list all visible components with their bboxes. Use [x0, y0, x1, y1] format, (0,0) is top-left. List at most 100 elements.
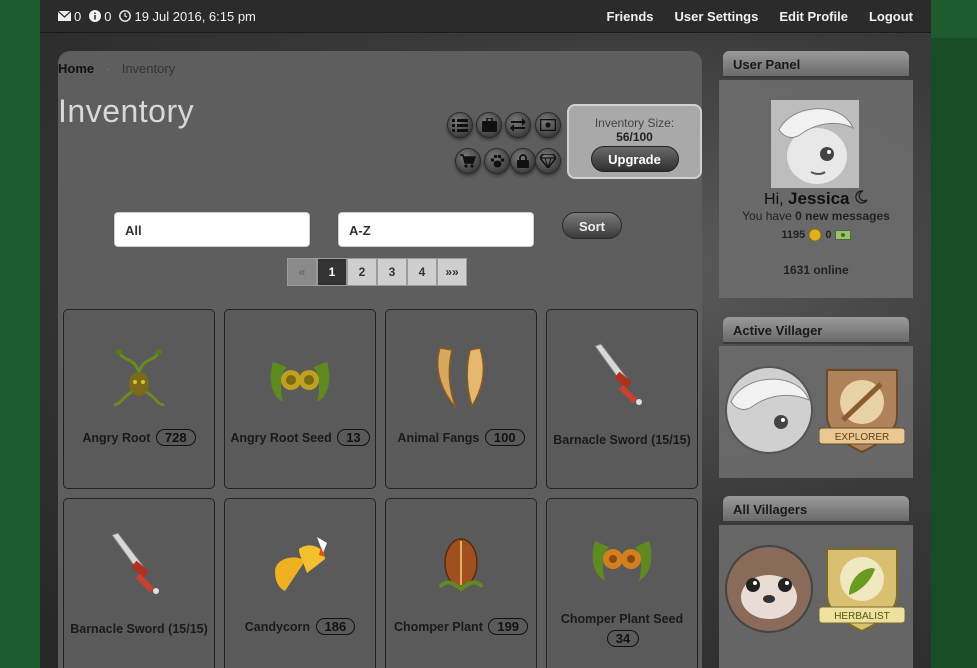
top-bar: 0 0 19 Jul 2016, 6:15 pm Friends User Se…: [40, 0, 931, 33]
list-view-button[interactable]: [447, 112, 473, 138]
greeting-text: Hi,: [764, 191, 784, 208]
explorer-badge-icon: EXPLORER: [819, 369, 905, 454]
user-avatar[interactable]: [771, 100, 859, 188]
breadcrumb-separator: ·: [105, 61, 111, 76]
page-2[interactable]: 2: [347, 258, 377, 286]
site-frame: 0 0 19 Jul 2016, 6:15 pm Friends User Se…: [40, 0, 931, 668]
item-quantity: 728: [155, 429, 196, 446]
angry-root-seed-icon: [270, 362, 330, 402]
page-4[interactable]: 4: [407, 258, 437, 286]
breadcrumb-current: Inventory: [121, 61, 176, 76]
item-name: Animal Fangs: [397, 431, 480, 445]
info-icon: [89, 10, 102, 22]
messages-prefix: You have: [742, 209, 792, 223]
nav-user-settings[interactable]: User Settings: [675, 9, 759, 24]
item-quantity: 199: [488, 618, 529, 635]
user-panel: Hi, Jessica You have 0 new messages 1195…: [719, 80, 913, 298]
sort-button[interactable]: Sort: [562, 212, 622, 239]
category-select[interactable]: All: [114, 212, 310, 247]
item-name: Angry Root: [82, 431, 151, 445]
breadcrumb: Home · Inventory: [58, 61, 175, 76]
animal-fangs-icon: [437, 347, 485, 409]
page-3[interactable]: 3: [377, 258, 407, 286]
all-villagers-panel: HERBALIST: [719, 525, 913, 668]
upgrade-button[interactable]: Upgrade: [590, 146, 679, 172]
item-card[interactable]: Angry Root 728: [63, 309, 215, 489]
user-panel-header: User Panel: [723, 51, 909, 78]
lock-icon: [517, 154, 529, 168]
trade-button[interactable]: [505, 112, 531, 138]
page-prev[interactable]: «: [287, 258, 317, 286]
paw-icon: [490, 154, 504, 168]
order-select[interactable]: A-Z: [338, 212, 534, 247]
inventory-size-label: Inventory Size:: [594, 116, 675, 130]
coin-count: 1195: [781, 228, 806, 241]
item-card[interactable]: Chomper Plant Seed 34: [546, 498, 698, 668]
nav-logout[interactable]: Logout: [869, 9, 913, 24]
mail-indicator[interactable]: 0: [58, 9, 81, 24]
inventory-panel: Home · Inventory Inventory Inventory Siz…: [58, 51, 702, 668]
inventory-size-box: Inventory Size: 56/100 Upgrade: [567, 104, 702, 179]
breadcrumb-home[interactable]: Home: [58, 61, 94, 76]
online-count[interactable]: 1631 online: [719, 263, 913, 277]
messages-link[interactable]: 0 new messages: [795, 209, 890, 223]
item-name: Candycorn: [244, 620, 311, 634]
nav-edit-profile[interactable]: Edit Profile: [779, 9, 848, 24]
villager-otter-portrait[interactable]: [725, 545, 813, 633]
list-icon: [452, 118, 468, 132]
angry-root-icon: [113, 349, 165, 407]
alert-indicator[interactable]: 0: [89, 9, 111, 24]
page-1[interactable]: 1: [317, 258, 347, 286]
mail-count: 0: [74, 8, 82, 24]
swap-icon: [510, 118, 526, 132]
currency-line: 1195 0: [719, 228, 913, 242]
item-quantity: 34: [606, 630, 640, 647]
chomper-plant-seed-icon: [592, 541, 652, 581]
bank-button[interactable]: [535, 112, 561, 138]
messages-line: You have 0 new messages: [719, 209, 913, 223]
active-villager-portrait[interactable]: [725, 366, 813, 454]
page-title: Inventory: [58, 93, 195, 129]
item-name: Chomper Plant: [393, 620, 483, 634]
item-card[interactable]: Candycorn 186: [224, 498, 376, 668]
clock-icon: [119, 10, 132, 22]
cash-icon: [834, 230, 851, 240]
datetime-text: 19 Jul 2016, 6:15 pm: [134, 8, 256, 24]
item-card[interactable]: Barnacle Sword (15/15): [63, 498, 215, 668]
item-card[interactable]: Chomper Plant 199: [385, 498, 537, 668]
active-villager-header: Active Villager: [723, 317, 909, 344]
envelope-icon: [58, 11, 71, 21]
barnacle-sword-icon: [111, 532, 159, 594]
diamond-icon: [540, 154, 556, 168]
all-villagers-header: All Villagers: [723, 496, 909, 523]
cart-icon: [460, 154, 476, 168]
item-card[interactable]: Barnacle Sword (15/15): [546, 309, 698, 489]
cash-count: 0: [825, 228, 832, 241]
pets-button[interactable]: [484, 148, 510, 174]
shop-button[interactable]: [455, 148, 481, 174]
username[interactable]: Jessica: [788, 189, 849, 208]
active-villager-panel: EXPLORER: [719, 346, 913, 478]
greeting: Hi, Jessica: [719, 189, 913, 209]
briefcase-icon: [481, 118, 497, 132]
gems-button[interactable]: [535, 148, 561, 174]
item-quantity: 100: [484, 429, 525, 446]
item-card[interactable]: Animal Fangs 100: [385, 309, 537, 489]
locked-items-button[interactable]: [510, 148, 536, 174]
item-name: Angry Root Seed: [230, 431, 332, 445]
herbalist-badge-icon: HERBALIST: [819, 548, 905, 633]
page-background-left: [0, 0, 40, 668]
coin-icon: [808, 228, 822, 242]
item-quantity: 13: [337, 429, 370, 446]
alert-count: 0: [104, 8, 112, 24]
inventory-size-value: 56/100: [616, 130, 653, 144]
nav-friends[interactable]: Friends: [607, 9, 654, 24]
item-name: Barnacle Sword (15/15): [553, 433, 691, 447]
item-name: Barnacle Sword (15/15): [70, 622, 208, 636]
barnacle-sword-icon: [594, 343, 642, 405]
pagination: « 1 2 3 4 »»: [287, 258, 467, 286]
item-card[interactable]: Angry Root Seed 13: [224, 309, 376, 489]
storage-button[interactable]: [476, 112, 502, 138]
herbalist-badge-label: HERBALIST: [834, 611, 890, 622]
page-next[interactable]: »»: [437, 258, 467, 286]
